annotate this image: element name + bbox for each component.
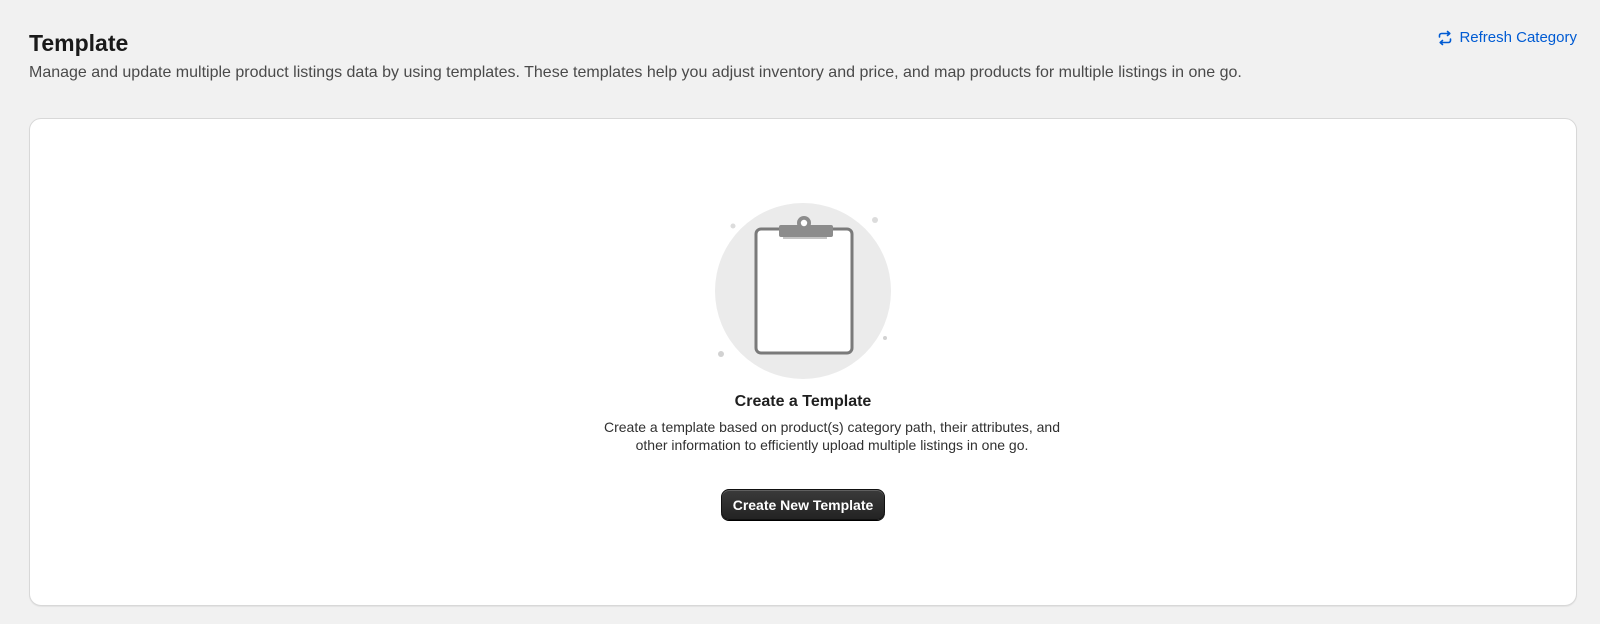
- create-new-template-button[interactable]: Create New Template: [721, 489, 885, 520]
- page-title: Template: [29, 30, 129, 56]
- refresh-category-button[interactable]: Refresh Category: [1437, 28, 1577, 48]
- template-page: Template Manage and update multiple prod…: [0, 0, 1600, 624]
- refresh-category-label: Refresh Category: [1459, 29, 1577, 46]
- page-subtitle: Manage and update multiple product listi…: [29, 64, 1242, 81]
- empty-state-heading: Create a Template: [734, 393, 872, 410]
- refresh-icon: [1437, 30, 1453, 46]
- empty-state-description: Create a template based on product(s) ca…: [603, 419, 1061, 453]
- clipboard-icon: [713, 201, 893, 381]
- templates-card: Create a Template Create a template base…: [29, 118, 1577, 606]
